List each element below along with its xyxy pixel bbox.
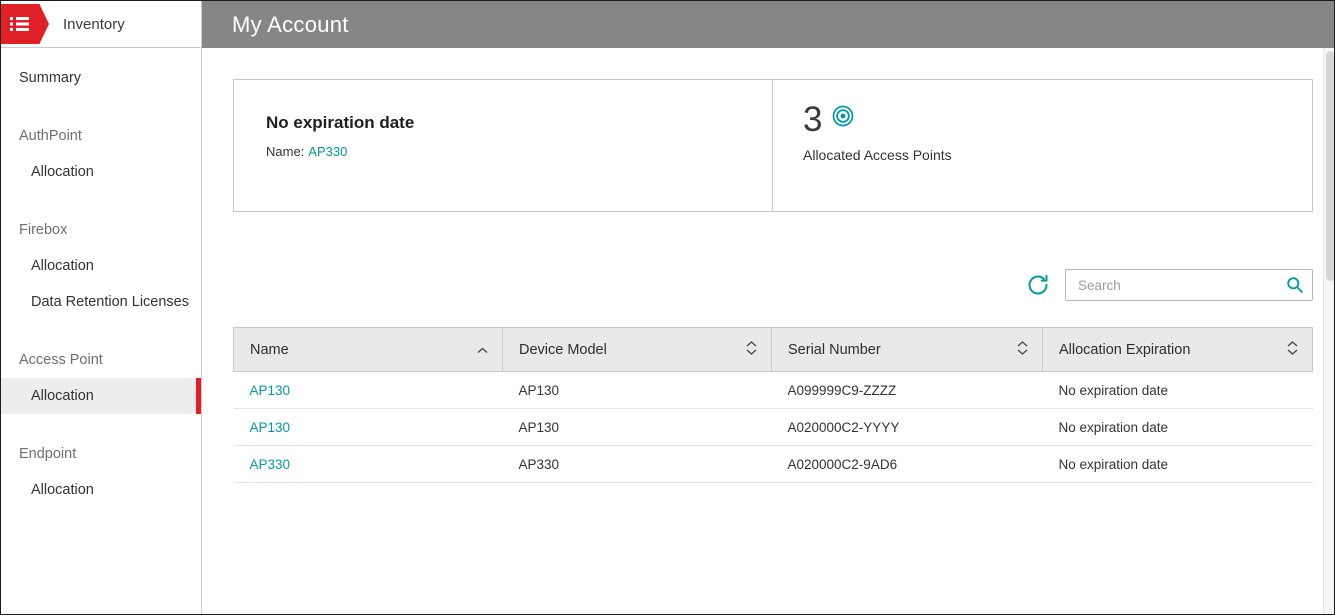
- table-header-row: Name Device Model Serial Number Allocati…: [233, 327, 1313, 372]
- sidebar-header: Inventory: [1, 1, 201, 48]
- allocated-card: 3 Allocated Access Points: [772, 79, 1313, 212]
- sidebar-item-authpoint-allocation[interactable]: Allocation: [1, 154, 201, 190]
- main-area: My Account No expiration date Name: AP330…: [202, 1, 1334, 614]
- scrollbar-thumb[interactable]: [1326, 51, 1334, 281]
- device-name-link[interactable]: AP330: [308, 144, 347, 159]
- device-model-cell: AP130: [502, 371, 772, 409]
- allocated-count-row: 3: [803, 100, 1282, 140]
- expiration-card: No expiration date Name: AP330: [233, 79, 773, 212]
- allocated-count: 3: [803, 100, 823, 139]
- vertical-scrollbar[interactable]: [1323, 48, 1334, 614]
- table-row[interactable]: AP130 AP130 A020000C2-YYYY No expiration…: [233, 408, 1313, 446]
- content: No expiration date Name: AP330 3 Allocat…: [202, 48, 1334, 483]
- search-box: [1065, 269, 1313, 301]
- refresh-button[interactable]: [1024, 271, 1052, 299]
- search-input[interactable]: [1065, 269, 1313, 301]
- device-name-link[interactable]: AP130: [250, 420, 291, 435]
- page-header: My Account: [202, 1, 1334, 48]
- sort-asc-icon: [477, 342, 488, 358]
- sidebar-section-access-point: Access Point: [19, 352, 103, 368]
- serial-number-cell: A099999C9-ZZZZ: [771, 371, 1043, 409]
- sidebar-item-endpoint-allocation[interactable]: Allocation: [1, 472, 201, 508]
- device-model-cell: AP130: [502, 408, 772, 446]
- expiration-card-title: No expiration date: [266, 113, 415, 132]
- sidebar-section-firebox: Firebox: [19, 222, 68, 238]
- access-point-icon: [831, 104, 855, 128]
- sidebar-title: Inventory: [63, 15, 125, 33]
- allocation-expiration-cell: No expiration date: [1042, 445, 1313, 483]
- table-row[interactable]: AP330 AP330 A020000C2-9AD6 No expiration…: [233, 445, 1313, 483]
- column-label: Allocation Expiration: [1059, 341, 1191, 358]
- column-header-device-model[interactable]: Device Model: [502, 327, 772, 372]
- device-name-link[interactable]: AP330: [250, 457, 291, 472]
- expiration-card-name-row: Name: AP330: [266, 144, 740, 159]
- list-icon: [10, 17, 29, 31]
- sidebar-item-data-retention-licenses[interactable]: Data Retention Licenses: [1, 284, 201, 320]
- sort-both-icon: [1017, 340, 1028, 359]
- sidebar-section-endpoint: Endpoint: [19, 446, 77, 462]
- allocation-expiration-cell: No expiration date: [1042, 408, 1313, 446]
- device-name-link[interactable]: AP130: [250, 383, 291, 398]
- serial-number-cell: A020000C2-YYYY: [771, 408, 1043, 446]
- sidebar: Inventory Summary AuthPoint Allocation F…: [1, 1, 202, 614]
- summary-cards: No expiration date Name: AP330 3 Allocat…: [233, 79, 1313, 212]
- column-label: Serial Number: [788, 341, 881, 358]
- device-model-cell: AP330: [502, 445, 772, 483]
- serial-number-cell: A020000C2-9AD6: [771, 445, 1043, 483]
- column-label: Name: [250, 341, 289, 358]
- devices-table: Name Device Model Serial Number Allocati…: [233, 327, 1313, 483]
- table-row[interactable]: AP130 AP130 A099999C9-ZZZZ No expiration…: [233, 371, 1313, 409]
- column-header-allocation-expiration[interactable]: Allocation Expiration: [1042, 327, 1313, 372]
- column-header-serial-number[interactable]: Serial Number: [771, 327, 1043, 372]
- sort-both-icon: [1287, 340, 1298, 359]
- sidebar-section-authpoint: AuthPoint: [19, 128, 82, 144]
- page-title: My Account: [232, 11, 349, 37]
- name-label: Name:: [266, 144, 305, 159]
- app-window: Inventory Summary AuthPoint Allocation F…: [0, 0, 1335, 615]
- sidebar-item-summary[interactable]: Summary: [1, 60, 201, 96]
- allocated-label: Allocated Access Points: [803, 147, 952, 163]
- allocation-expiration-cell: No expiration date: [1042, 371, 1313, 409]
- column-header-name[interactable]: Name: [233, 327, 503, 372]
- inventory-logo-icon: [1, 4, 49, 44]
- refresh-icon: [1028, 274, 1048, 295]
- sidebar-item-access-point-allocation[interactable]: Allocation: [1, 378, 201, 414]
- table-toolbar: [233, 269, 1313, 301]
- search-icon[interactable]: [1286, 276, 1304, 294]
- sidebar-nav: Summary AuthPoint Allocation Firebox All…: [1, 48, 201, 508]
- sort-both-icon: [746, 340, 757, 359]
- column-label: Device Model: [519, 341, 607, 358]
- sidebar-item-firebox-allocation[interactable]: Allocation: [1, 248, 201, 284]
